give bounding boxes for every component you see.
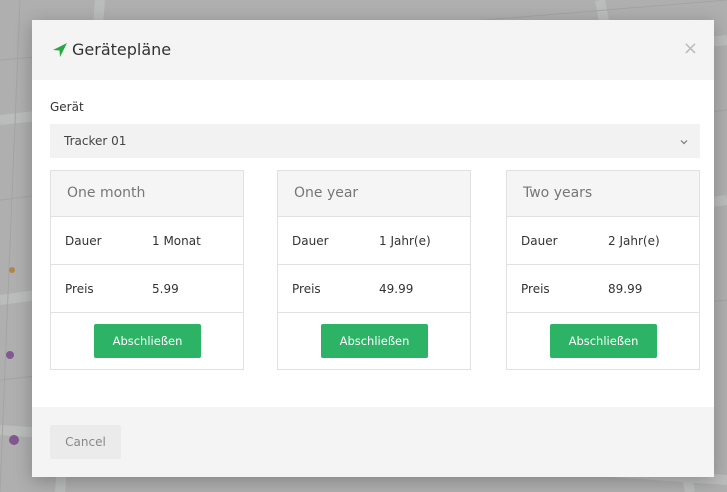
price-label: Preis [521, 282, 550, 296]
close-button[interactable]: × [683, 40, 698, 58]
plan-card-two-years: Two years Dauer 2 Jahr(e) Preis 89.99 Ab… [506, 170, 700, 370]
price-value: 5.99 [152, 282, 179, 296]
subscribe-button[interactable]: Abschließen [94, 324, 201, 358]
device-select-value: Tracker 01 [64, 134, 127, 148]
plan-duration-row: Dauer 1 Monat [51, 217, 243, 265]
modal-header: Gerätepläne × [32, 20, 714, 80]
plan-header: Two years [507, 171, 699, 217]
price-value: 49.99 [379, 282, 414, 296]
plan-card-one-month: One month Dauer 1 Monat Preis 5.99 Absch… [50, 170, 244, 370]
cancel-button[interactable]: Cancel [50, 425, 121, 459]
plan-price-row: Preis 5.99 [51, 265, 243, 313]
device-select[interactable]: Tracker 01 [50, 124, 700, 158]
plan-price-row: Preis 89.99 [507, 265, 699, 313]
device-label: Gerät [50, 100, 84, 114]
duration-label: Dauer [521, 234, 558, 248]
plan-name: Two years [523, 185, 593, 201]
duration-label: Dauer [65, 234, 102, 248]
plan-name: One month [67, 185, 146, 201]
duration-label: Dauer [292, 234, 329, 248]
subscribe-button[interactable]: Abschließen [321, 324, 428, 358]
plan-price-row: Preis 49.99 [278, 265, 470, 313]
price-label: Preis [65, 282, 94, 296]
duration-value: 1 Jahr(e) [379, 234, 431, 248]
chevron-down-icon [680, 140, 688, 145]
price-label: Preis [292, 282, 321, 296]
price-value: 89.99 [608, 282, 643, 296]
plan-duration-row: Dauer 2 Jahr(e) [507, 217, 699, 265]
subscribe-button[interactable]: Abschließen [550, 324, 657, 358]
duration-value: 1 Monat [152, 234, 201, 248]
duration-value: 2 Jahr(e) [608, 234, 660, 248]
location-arrow-icon [53, 43, 67, 57]
device-plans-modal: Gerätepläne × Gerät Tracker 01 One month… [32, 20, 714, 477]
plan-header: One year [278, 171, 470, 217]
plan-header: One month [51, 171, 243, 217]
modal-footer: Cancel [32, 407, 714, 477]
plan-duration-row: Dauer 1 Jahr(e) [278, 217, 470, 265]
modal-title: Gerätepläne [72, 40, 172, 59]
plan-name: One year [294, 185, 359, 201]
plan-card-one-year: One year Dauer 1 Jahr(e) Preis 49.99 Abs… [277, 170, 471, 370]
